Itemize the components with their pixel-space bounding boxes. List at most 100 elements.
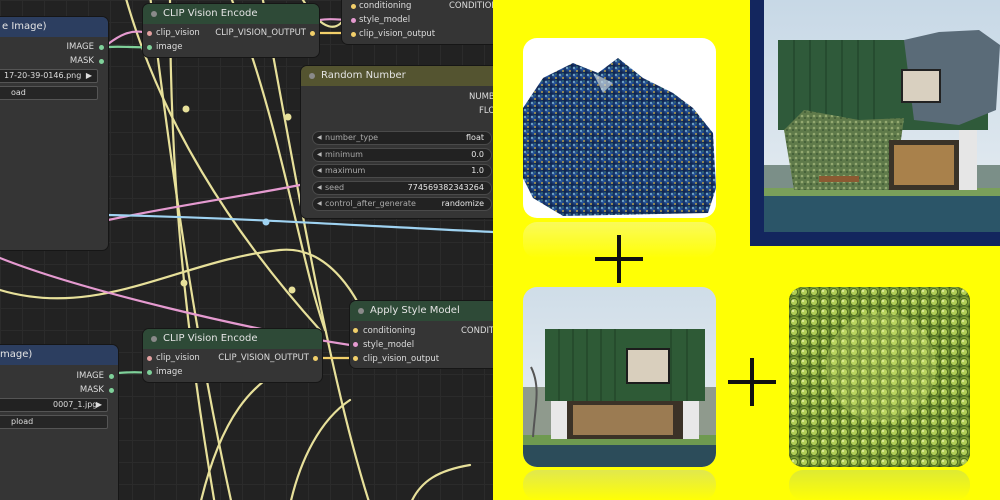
- output-clip-vision-output-pin[interactable]: [310, 31, 315, 36]
- input-clip-vision-label: clip_vision: [156, 28, 200, 38]
- green-house-image: [523, 287, 716, 467]
- node-title-text: mage): [0, 349, 33, 360]
- node-title[interactable]: e Image): [0, 17, 108, 37]
- wire-beige-2: [149, 0, 233, 500]
- widget-label: maximum: [325, 166, 366, 175]
- green-seed-texture-photo: [789, 287, 970, 467]
- plus-icon: [728, 358, 776, 406]
- output-conditioning-label: CONDITI: [461, 326, 493, 336]
- widget-value: randomize: [441, 199, 484, 208]
- input-style-model-label: style_model: [363, 340, 415, 350]
- wire-reroute-dot: [180, 279, 188, 287]
- widget-label: number_type: [325, 133, 379, 142]
- upload-button[interactable]: pload: [0, 415, 108, 429]
- node-title[interactable]: Random Number: [301, 66, 493, 86]
- random-number-node[interactable]: Random Number NUMBE FLO ◀ number_type fl…: [301, 66, 493, 218]
- input-style-model-label: style_model: [359, 15, 411, 25]
- input-conditioning-label: conditioning: [359, 1, 412, 11]
- filename-value: 17-20-39-0146.png: [4, 71, 82, 80]
- output-clip-vision-output-pin[interactable]: [313, 356, 318, 361]
- filename-select[interactable]: 0007_1.jpg ▶: [0, 398, 108, 412]
- number-type-combo[interactable]: ◀ number_type float: [312, 131, 492, 145]
- wire-beige-3: [168, 0, 216, 500]
- apply-style-model-node-bottom[interactable]: Apply Style Model conditioning style_mod…: [350, 301, 493, 368]
- clip-vision-encode-node-bottom[interactable]: CLIP Vision Encode clip_vision image CLI…: [143, 329, 322, 382]
- input-clip-vision-output-label: clip_vision_output: [363, 354, 440, 364]
- load-image-node-top[interactable]: e Image) IMAGE MASK 17-20-39-0146.png ▶ …: [0, 17, 108, 250]
- rock-house-result-photo: [764, 0, 1000, 232]
- output-mask-label: MASK: [69, 56, 94, 66]
- output-mask-pin[interactable]: [99, 59, 104, 64]
- input-clip-vision-output-label: clip_vision_output: [359, 29, 436, 39]
- result-photo-frame: [750, 0, 1000, 246]
- input-clip-vision-output-pin[interactable]: [353, 356, 358, 361]
- green-seed-texture-image: [789, 287, 970, 467]
- maximum-field[interactable]: ◀ maximum 1.0: [312, 164, 492, 178]
- widget-label: control_after_generate: [325, 199, 416, 208]
- mineral-rock-image: [523, 58, 716, 216]
- apply-style-model-node-top[interactable]: conditioning style_model clip_vision_out…: [342, 0, 493, 44]
- wire-reroute-dot: [284, 113, 292, 121]
- upload-label: pload: [11, 417, 34, 426]
- node-collapse-dot[interactable]: [358, 308, 364, 314]
- seed-field[interactable]: ◀ seed 774569382343264: [312, 181, 492, 195]
- arrow-left-icon[interactable]: ◀: [317, 182, 322, 194]
- output-mask-label: MASK: [79, 385, 104, 395]
- arrow-left-icon[interactable]: ◀: [317, 165, 322, 177]
- upload-label: oad: [11, 88, 26, 97]
- output-image-pin[interactable]: [109, 374, 114, 379]
- node-title[interactable]: CLIP Vision Encode: [143, 329, 322, 349]
- plus-icon: [595, 235, 643, 283]
- filename-value: 0007_1.jpg: [53, 400, 98, 409]
- output-number-label: NUMBE: [469, 92, 493, 102]
- arrow-left-icon[interactable]: ◀: [317, 198, 322, 210]
- input-clip-vision-pin[interactable]: [147, 31, 152, 36]
- input-image-pin[interactable]: [147, 370, 152, 375]
- upload-button[interactable]: oad: [0, 86, 98, 100]
- input-conditioning-label: conditioning: [363, 326, 416, 336]
- arrow-left-icon[interactable]: ◀: [317, 149, 322, 161]
- input-image-pin[interactable]: [147, 45, 152, 50]
- input-style-model-pin[interactable]: [353, 342, 358, 347]
- node-title[interactable]: CLIP Vision Encode: [143, 4, 319, 24]
- wire-green-1: [106, 45, 150, 49]
- widget-value: 774569382343264: [407, 183, 484, 192]
- node-title-text: Random Number: [321, 70, 406, 81]
- widget-value: 0.0: [471, 150, 484, 159]
- mineral-rock-photo: [523, 38, 716, 218]
- node-title[interactable]: mage): [0, 345, 118, 365]
- control-after-generate-combo[interactable]: ◀ control_after_generate randomize: [312, 197, 492, 211]
- node-canvas[interactable]: e Image) IMAGE MASK 17-20-39-0146.png ▶ …: [0, 0, 493, 500]
- widget-value: float: [466, 133, 484, 142]
- output-clip-vision-output-label: CLIP_VISION_OUTPUT: [218, 353, 309, 363]
- output-image-label: IMAGE: [66, 42, 94, 52]
- output-clip-vision-output-label: CLIP_VISION_OUTPUT: [215, 28, 306, 38]
- input-conditioning-pin[interactable]: [353, 328, 358, 333]
- green-house-reflection: [523, 470, 716, 500]
- green-house-photo: [523, 287, 716, 467]
- node-collapse-dot[interactable]: [151, 336, 157, 342]
- node-collapse-dot[interactable]: [309, 73, 315, 79]
- input-clip-vision-pin[interactable]: [147, 356, 152, 361]
- wire-reroute-dot: [262, 218, 270, 226]
- node-title-text: Apply Style Model: [370, 305, 460, 316]
- input-style-model-pin[interactable]: [351, 18, 356, 23]
- load-image-node-bottom[interactable]: mage) IMAGE MASK 0007_1.jpg ▶ pload: [0, 345, 118, 500]
- filename-select[interactable]: 17-20-39-0146.png ▶: [0, 69, 98, 83]
- output-conditioning-label: CONDITION: [449, 1, 493, 11]
- input-clip-vision-output-pin[interactable]: [351, 32, 356, 37]
- minimum-field[interactable]: ◀ minimum 0.0: [312, 148, 492, 162]
- chevron-right-icon: ▶: [85, 71, 92, 80]
- input-clip-vision-label: clip_vision: [156, 353, 200, 363]
- node-title[interactable]: Apply Style Model: [350, 301, 493, 321]
- arrow-left-icon[interactable]: ◀: [317, 132, 322, 144]
- input-conditioning-pin[interactable]: [351, 4, 356, 9]
- output-mask-pin[interactable]: [109, 388, 114, 393]
- green-seed-reflection: [789, 470, 970, 500]
- node-collapse-dot[interactable]: [151, 11, 157, 17]
- clip-vision-encode-node-top[interactable]: CLIP Vision Encode clip_vision image CLI…: [143, 4, 319, 57]
- output-image-pin[interactable]: [99, 45, 104, 50]
- node-title-text: CLIP Vision Encode: [163, 8, 258, 19]
- wire-beige-10: [411, 463, 472, 500]
- widget-value: 1.0: [471, 166, 484, 175]
